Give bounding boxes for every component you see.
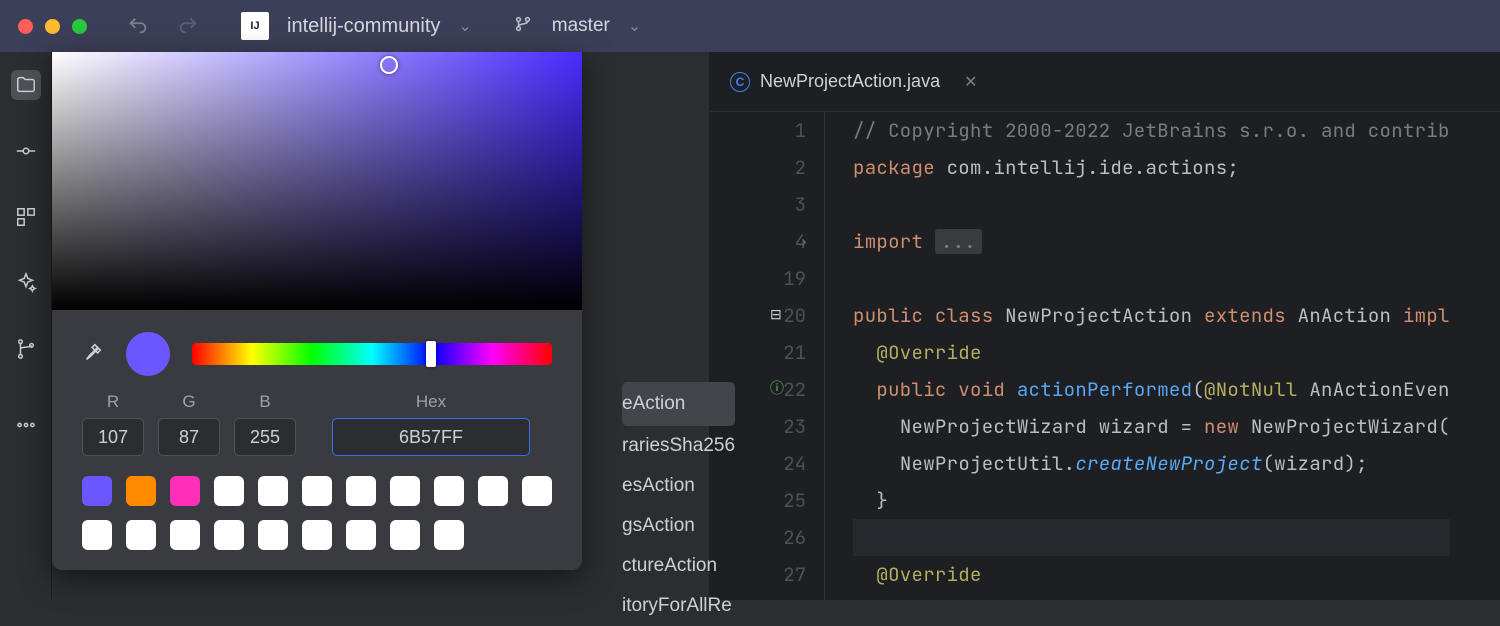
class-file-icon: C	[730, 72, 750, 92]
titlebar: IJ intellij-community ⌄ master ⌄	[0, 0, 1500, 52]
hue-thumb[interactable]	[426, 341, 436, 367]
hue-slider[interactable]	[192, 343, 552, 365]
chevron-down-icon[interactable]: ⌄	[458, 16, 471, 36]
palette-swatch[interactable]	[170, 520, 200, 550]
palette-swatch[interactable]	[522, 476, 552, 506]
project-name[interactable]: intellij-community	[287, 15, 440, 38]
g-input[interactable]: 87	[158, 418, 220, 456]
b-label: B	[259, 392, 270, 412]
chevron-down-icon[interactable]: ⌄	[628, 16, 641, 36]
fold-icon[interactable]: ›	[800, 223, 808, 260]
rail-ai[interactable]	[11, 268, 41, 298]
hex-label: Hex	[416, 392, 446, 412]
palette-swatch[interactable]	[170, 476, 200, 506]
color-picker: R 107 G 87 B 255 Hex 6B57FF	[52, 52, 582, 570]
undo-icon[interactable]	[127, 15, 149, 37]
intellij-logo-icon: IJ	[241, 12, 269, 40]
g-label: G	[182, 392, 195, 412]
palette-swatch[interactable]	[258, 476, 288, 506]
rail-commit[interactable]	[11, 136, 41, 166]
window-controls	[18, 19, 87, 34]
palette-swatch[interactable]	[82, 520, 112, 550]
palette-swatch[interactable]	[126, 476, 156, 506]
undo-redo-group	[127, 15, 199, 37]
palette-swatch[interactable]	[214, 476, 244, 506]
tab-filename[interactable]: NewProjectAction.java	[760, 71, 940, 92]
branch-icon[interactable]	[514, 15, 532, 38]
palette-swatch[interactable]	[214, 520, 244, 550]
eyedropper-icon[interactable]	[82, 341, 104, 368]
palette-swatch[interactable]	[82, 476, 112, 506]
r-label: R	[107, 392, 119, 412]
saturation-value-field[interactable]	[52, 52, 582, 310]
maximize-window-button[interactable]	[72, 19, 87, 34]
editor: C NewProjectAction.java ✕ 1 2 3 ›4 19 ⊟2…	[710, 52, 1500, 600]
minimize-window-button[interactable]	[45, 19, 60, 34]
rail-more[interactable]	[11, 410, 41, 440]
palette-swatch[interactable]	[302, 476, 332, 506]
editor-tabbar: C NewProjectAction.java ✕	[710, 52, 1500, 112]
rail-project[interactable]	[11, 70, 41, 100]
branch-name[interactable]: master	[552, 15, 610, 37]
code-content[interactable]: // Copyright 2000-2022 JetBrains s.r.o. …	[825, 112, 1450, 600]
palette-swatch[interactable]	[302, 520, 332, 550]
palette	[52, 474, 582, 570]
color-cursor[interactable]	[380, 56, 398, 74]
palette-swatch[interactable]	[346, 476, 376, 506]
tool-rail	[0, 52, 52, 600]
palette-swatch[interactable]	[478, 476, 508, 506]
gutter[interactable]: 1 2 3 ›4 19 ⊟20 21 ⓘ22 23 24 25 26 27	[710, 112, 825, 600]
palette-swatch[interactable]	[126, 520, 156, 550]
redo-icon[interactable]	[177, 15, 199, 37]
rail-git[interactable]	[11, 334, 41, 364]
rail-structure[interactable]	[11, 202, 41, 232]
hex-input[interactable]: 6B57FF	[332, 418, 530, 456]
palette-swatch[interactable]	[346, 520, 376, 550]
gutter-impl-icon[interactable]: ⊟	[770, 297, 782, 334]
palette-swatch[interactable]	[390, 476, 420, 506]
palette-swatch[interactable]	[434, 476, 464, 506]
palette-swatch[interactable]	[258, 520, 288, 550]
b-input[interactable]: 255	[234, 418, 296, 456]
close-tab-icon[interactable]: ✕	[964, 72, 977, 92]
palette-swatch[interactable]	[434, 520, 464, 550]
palette-swatch[interactable]	[390, 520, 420, 550]
gutter-override-icon[interactable]: ⓘ	[770, 371, 784, 408]
current-color-swatch	[126, 332, 170, 376]
r-input[interactable]: 107	[82, 418, 144, 456]
close-window-button[interactable]	[18, 19, 33, 34]
